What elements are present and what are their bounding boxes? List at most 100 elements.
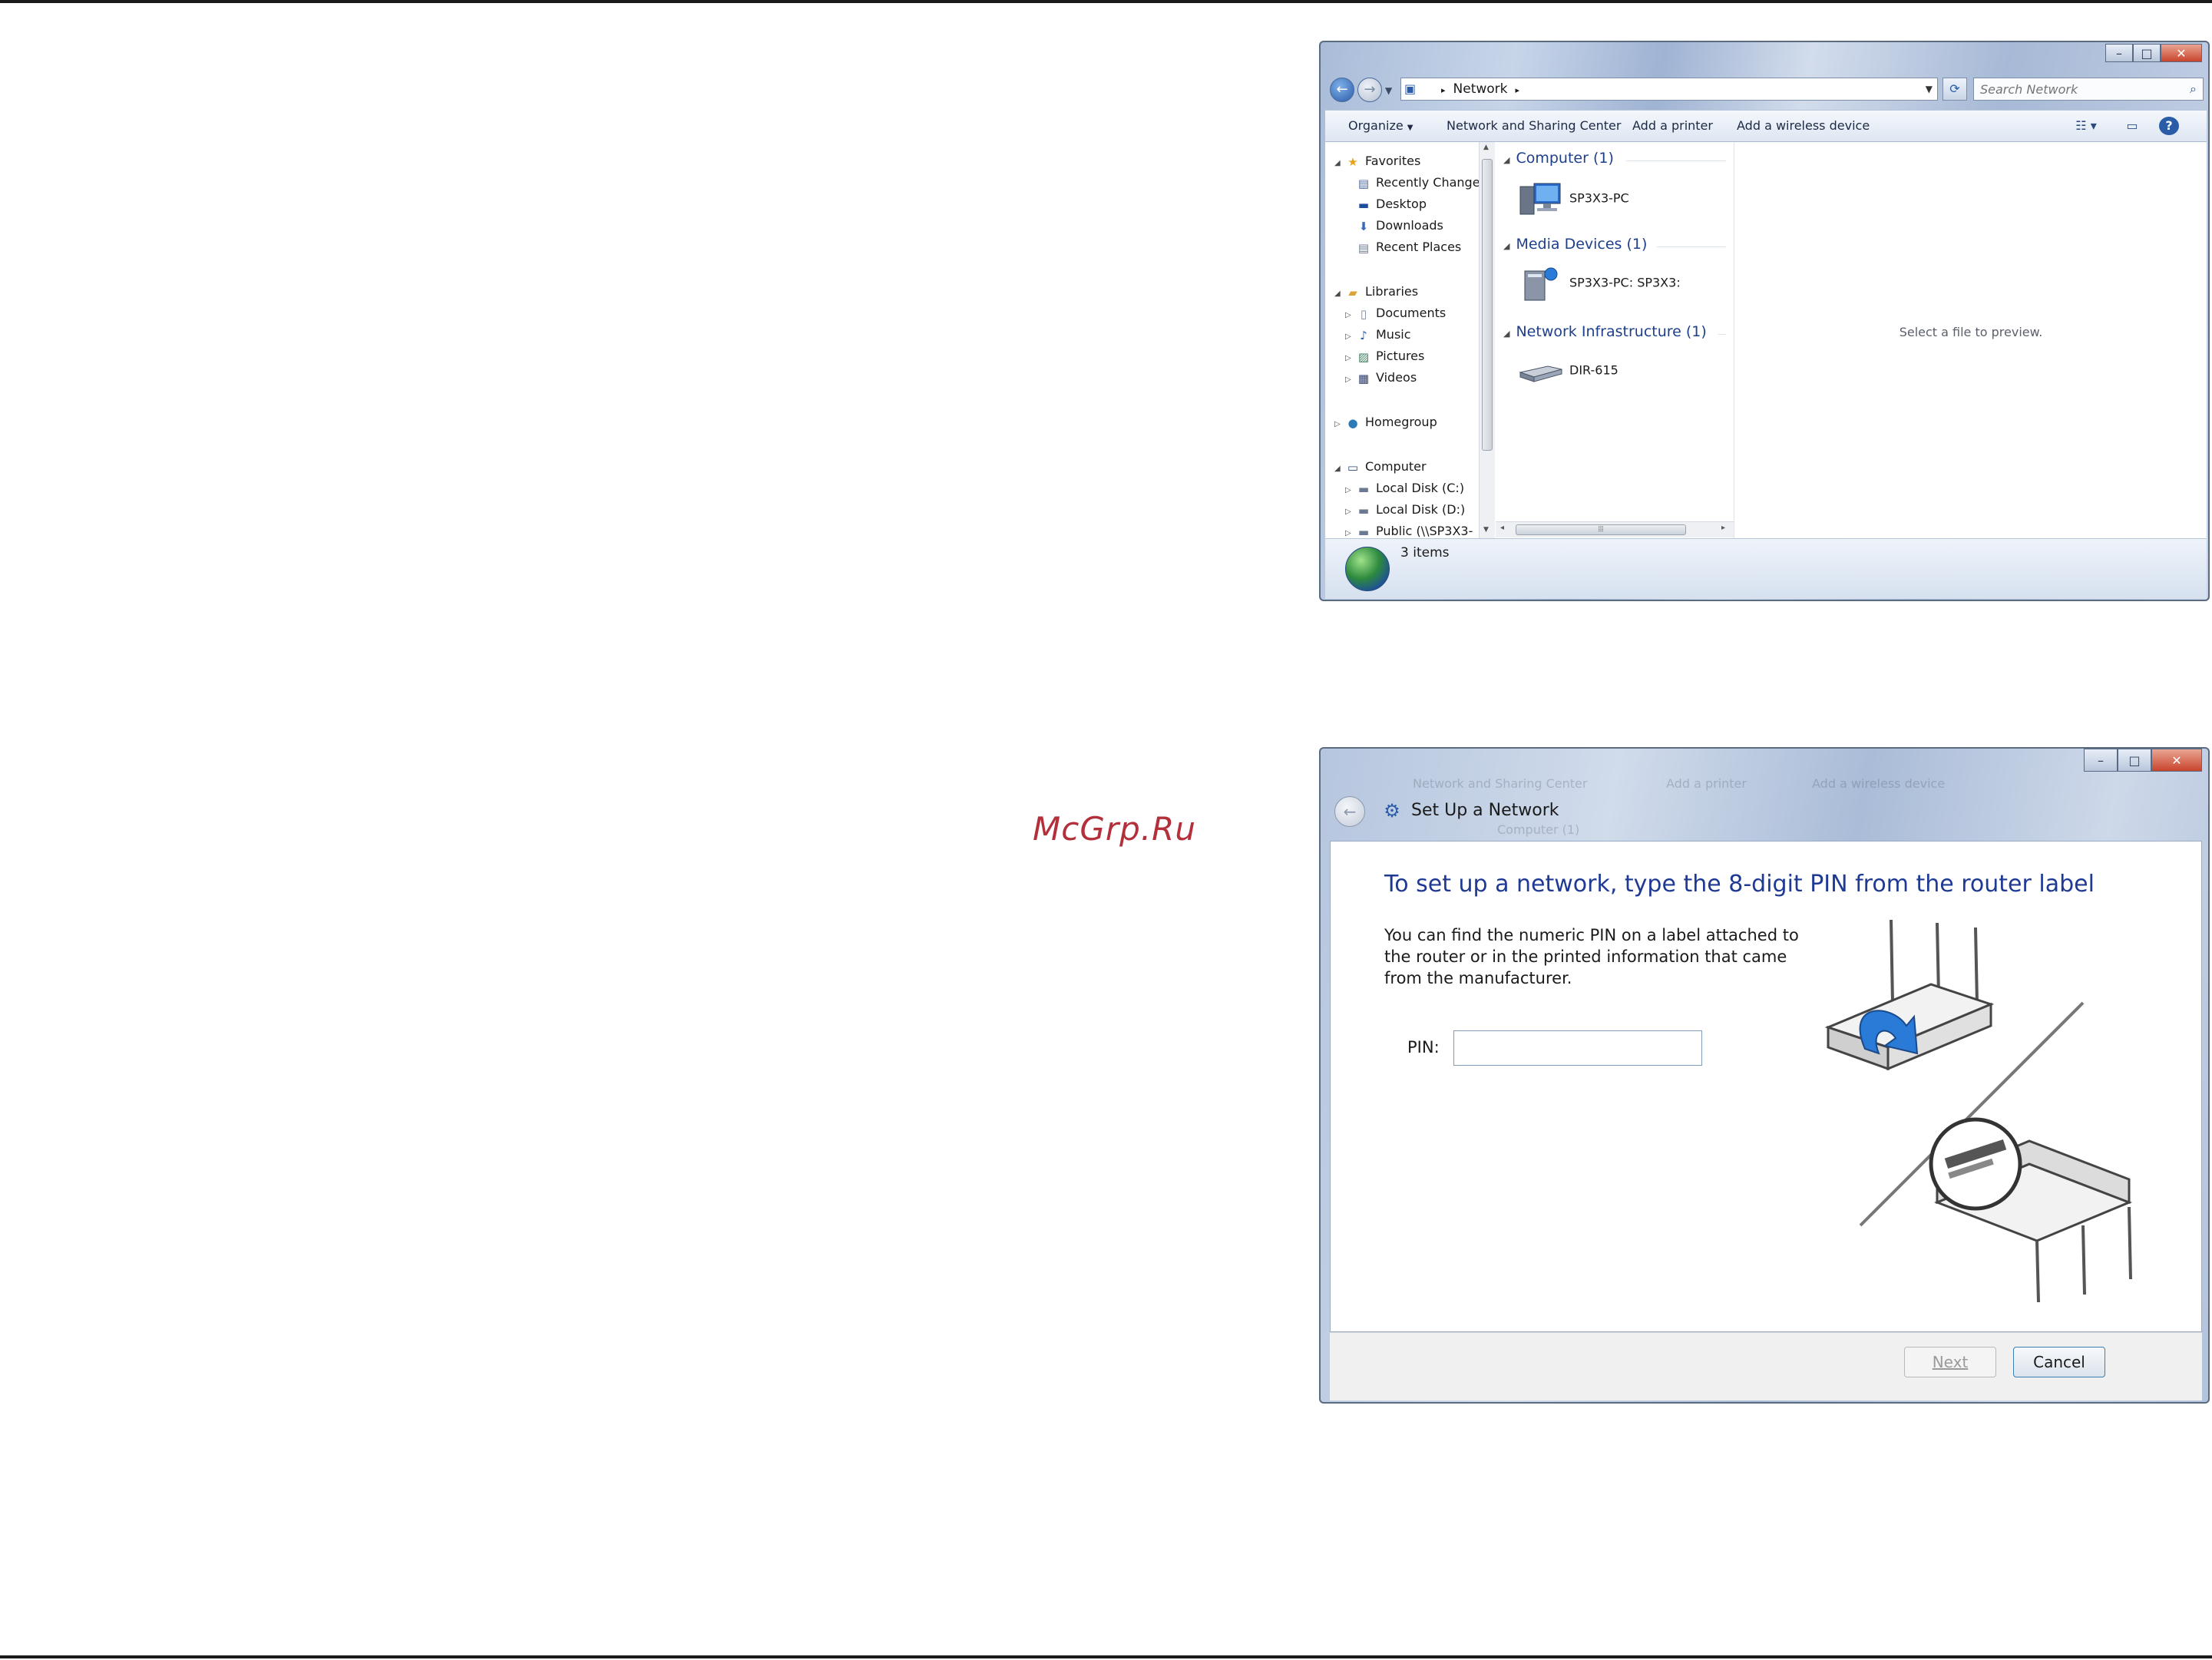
help-icon[interactable]: ? bbox=[2159, 117, 2179, 135]
search-icon[interactable]: ⌕ bbox=[2190, 78, 2197, 100]
minimize-icon[interactable]: – bbox=[2105, 44, 2133, 62]
collapse-icon[interactable]: ▷ bbox=[1334, 415, 1345, 435]
horizontal-scrollbar[interactable]: ◂ ⦙⦙⦙ ▸ bbox=[1496, 521, 1734, 537]
add-wireless-device-button[interactable]: Add a wireless device bbox=[1737, 111, 1870, 141]
nav-pictures[interactable]: ▷ ▨ Pictures bbox=[1345, 346, 1424, 366]
libraries-folder-icon: ▰ bbox=[1348, 285, 1357, 299]
collapse-icon[interactable]: ▷ bbox=[1345, 524, 1356, 538]
expand-icon[interactable]: ◢ bbox=[1334, 284, 1345, 304]
wizard-body: To set up a network, type the 8-digit PI… bbox=[1330, 841, 2202, 1332]
maximize-icon[interactable]: □ bbox=[2118, 749, 2151, 772]
window-title: Set Up a Network bbox=[1411, 801, 1559, 820]
background-ghost-text: Add a printer bbox=[1666, 776, 1747, 791]
pin-input[interactable] bbox=[1453, 1030, 1702, 1066]
expand-icon: ◢ bbox=[1503, 155, 1510, 165]
computer-icon bbox=[1519, 183, 1561, 215]
expand-icon: ◢ bbox=[1503, 241, 1510, 251]
nav-local-disk-d[interactable]: ▷ ▬ Local Disk (D:) bbox=[1345, 500, 1465, 520]
collapse-icon[interactable]: ▷ bbox=[1345, 349, 1356, 369]
address-bar[interactable]: ▣ ▸ Network ▸ ▼ bbox=[1400, 78, 1938, 101]
breadcrumb-chevron-icon[interactable]: ▸ bbox=[1516, 85, 1520, 95]
documents-icon: ▯ bbox=[1360, 306, 1367, 321]
command-bar: Organize ▼ Network and Sharing Center Ad… bbox=[1325, 110, 2207, 142]
pin-label: PIN: bbox=[1407, 1038, 1440, 1057]
nav-public-share[interactable]: ▷ ▬ Public (\\SP3X3- bbox=[1345, 521, 1473, 538]
wizard-description: You can find the numeric PIN on a label … bbox=[1384, 926, 1799, 987]
add-printer-button[interactable]: Add a printer bbox=[1632, 111, 1713, 141]
file-item-sp3x3-pc[interactable]: SP3X3-PC bbox=[1517, 180, 1629, 217]
refresh-icon[interactable]: ⟳ bbox=[1943, 78, 1967, 101]
star-icon: ★ bbox=[1347, 154, 1358, 169]
collapse-icon[interactable]: ▷ bbox=[1345, 370, 1356, 390]
navigation-pane: ◢ ★ Favorites ▤ Recently Change ▬ Desktop ⬇ D… bbox=[1325, 142, 1479, 538]
expand-icon[interactable]: ◢ bbox=[1334, 459, 1345, 479]
history-dropdown-icon[interactable]: ▼ bbox=[1385, 85, 1392, 96]
group-header-media-devices[interactable]: ◢ Media Devices (1) bbox=[1503, 236, 1647, 253]
collapse-icon[interactable]: ▷ bbox=[1345, 481, 1356, 501]
network-globe-icon bbox=[1345, 547, 1390, 591]
network-sharing-center-button[interactable]: Network and Sharing Center bbox=[1447, 111, 1621, 141]
collapse-icon[interactable]: ▷ bbox=[1345, 327, 1356, 347]
expand-icon[interactable]: ◢ bbox=[1334, 154, 1345, 174]
explorer-content: ◢ ★ Favorites ▤ Recently Change ▬ Desktop ⬇ D… bbox=[1325, 142, 2207, 538]
nav-documents[interactable]: ▷ ▯ Documents bbox=[1345, 303, 1446, 323]
nav-downloads[interactable]: ⬇ Downloads bbox=[1356, 216, 1443, 236]
navigation-scrollbar[interactable]: ▲ ▼ bbox=[1479, 142, 1495, 538]
collapse-icon[interactable]: ▷ bbox=[1345, 502, 1356, 522]
scroll-up-icon[interactable]: ▲ bbox=[1483, 144, 1489, 151]
nav-libraries[interactable]: ◢ ▰ Libraries bbox=[1334, 282, 1418, 302]
horizontal-scroll-thumb[interactable]: ⦙⦙⦙ bbox=[1516, 524, 1686, 535]
nav-recently-changed[interactable]: ▤ Recently Change bbox=[1356, 173, 1479, 193]
scroll-right-icon[interactable]: ▸ bbox=[1721, 524, 1725, 532]
drive-icon: ▬ bbox=[1357, 481, 1370, 496]
search-input[interactable] bbox=[1974, 78, 2174, 100]
wizard-heading: To set up a network, type the 8-digit PI… bbox=[1384, 871, 2095, 898]
address-dropdown-icon[interactable]: ▼ bbox=[1926, 78, 1933, 100]
recent-places-icon: ▤ bbox=[1357, 240, 1370, 255]
search-box[interactable]: ⌕ bbox=[1973, 78, 2204, 101]
file-item-media-device[interactable]: SP3X3-PC: SP3X3: bbox=[1517, 265, 1681, 302]
scroll-down-icon[interactable]: ▼ bbox=[1483, 526, 1489, 534]
downloads-icon: ⬇ bbox=[1358, 219, 1369, 233]
group-header-computer[interactable]: ◢ Computer (1) bbox=[1503, 150, 1614, 167]
collapse-icon[interactable]: ▷ bbox=[1345, 306, 1356, 326]
nav-computer[interactable]: ◢ ▭ Computer bbox=[1334, 457, 1427, 477]
music-icon: ♪ bbox=[1360, 328, 1367, 342]
back-arrow-icon[interactable]: ← bbox=[1330, 78, 1354, 102]
nav-homegroup[interactable]: ▷ ● Homegroup bbox=[1334, 412, 1437, 432]
group-header-network-infrastructure[interactable]: ◢ Network Infrastructure (1) bbox=[1503, 323, 1707, 340]
forward-arrow-icon[interactable]: → bbox=[1357, 78, 1382, 102]
scroll-left-icon[interactable]: ◂ bbox=[1500, 524, 1504, 532]
back-arrow-icon[interactable]: ← bbox=[1334, 796, 1365, 827]
next-button[interactable]: Next bbox=[1904, 1347, 1996, 1377]
maximize-icon[interactable]: □ bbox=[2133, 44, 2161, 62]
top-rule bbox=[0, 0, 2212, 3]
view-options-icon[interactable]: ☷ ▾ bbox=[2068, 117, 2104, 135]
nav-local-disk-c[interactable]: ▷ ▬ Local Disk (C:) bbox=[1345, 478, 1464, 498]
router-label-illustration bbox=[1824, 919, 2133, 1302]
scroll-thumb[interactable] bbox=[1482, 159, 1493, 451]
preview-message: Select a file to preview. bbox=[1899, 325, 2043, 339]
minimize-icon[interactable]: – bbox=[2084, 749, 2118, 772]
file-item-dir-615[interactable]: DIR-615 bbox=[1517, 352, 1618, 389]
computer-icon: ▭ bbox=[1347, 460, 1359, 475]
cancel-button[interactable]: Cancel bbox=[2013, 1347, 2105, 1377]
nav-videos[interactable]: ▷ ▦ Videos bbox=[1345, 368, 1417, 388]
homegroup-icon: ● bbox=[1347, 415, 1358, 430]
network-explorer-window: – □ ✕ ← → ▼ ▣ ▸ Network ▸ ▼ ⟳ ⌕ Organize ▼… bbox=[1319, 41, 2210, 601]
nav-music[interactable]: ▷ ♪ Music bbox=[1345, 325, 1411, 345]
nav-favorites[interactable]: ◢ ★ Favorites bbox=[1334, 151, 1420, 171]
network-icon: ▣ bbox=[1404, 81, 1417, 96]
window-controls: – □ ✕ bbox=[2105, 44, 2202, 62]
nav-recent-places[interactable]: ▤ Recent Places bbox=[1356, 237, 1461, 257]
bottom-rule bbox=[0, 1655, 2212, 1658]
background-ghost-text: Network and Sharing Center bbox=[1413, 776, 1588, 791]
network-drive-icon: ▬ bbox=[1357, 524, 1370, 539]
preview-pane-icon[interactable]: ▭ bbox=[2122, 117, 2142, 135]
close-icon[interactable]: ✕ bbox=[2161, 44, 2202, 62]
background-ghost-text: Add a wireless device bbox=[1812, 776, 1946, 791]
breadcrumb-network[interactable]: Network bbox=[1453, 81, 1508, 97]
organize-menu[interactable]: Organize ▼ bbox=[1348, 111, 1413, 141]
close-icon[interactable]: ✕ bbox=[2151, 749, 2202, 772]
nav-desktop[interactable]: ▬ Desktop bbox=[1356, 194, 1427, 214]
